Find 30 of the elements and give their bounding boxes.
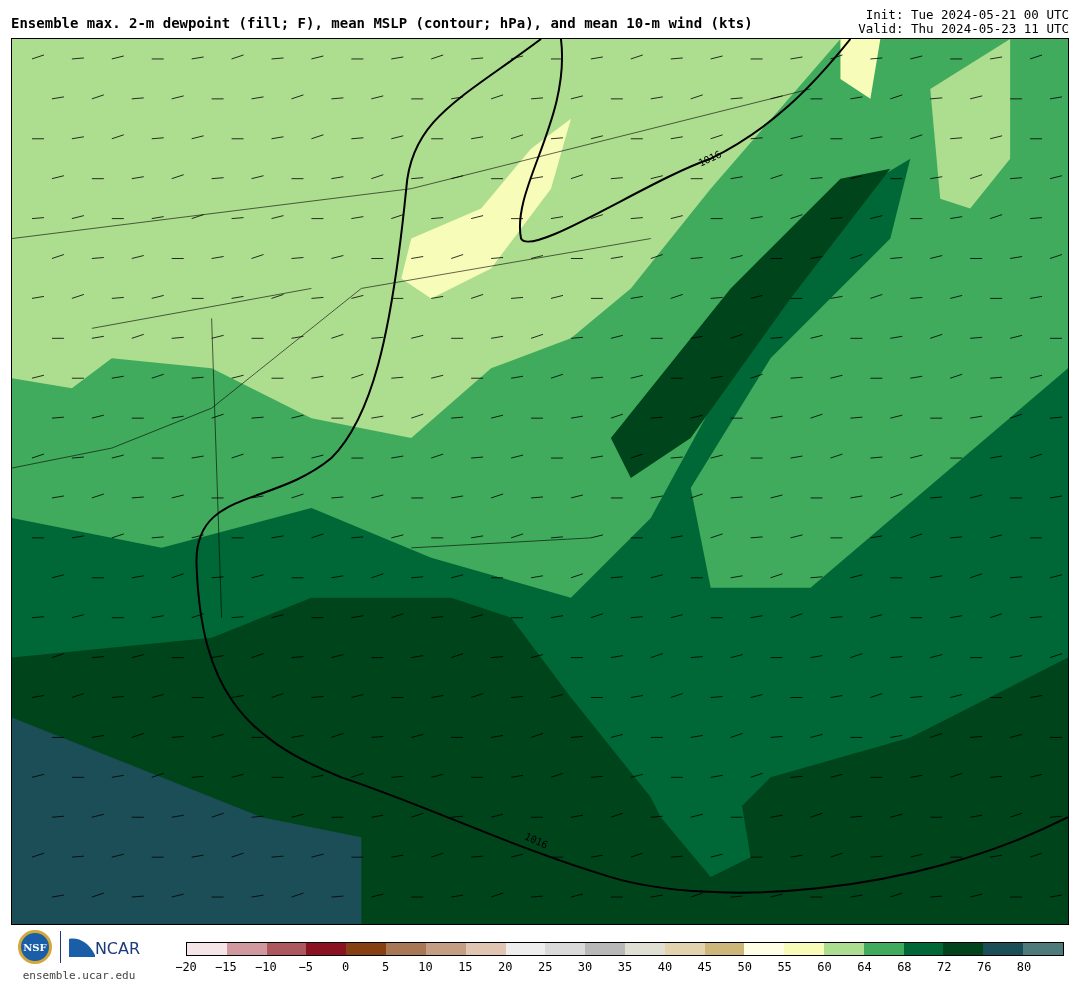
init-time: Init: Tue 2024-05-21 00 UTC xyxy=(865,8,1069,22)
colorbar-tick-label: 25 xyxy=(537,960,553,974)
colorbar-tick-label: 20 xyxy=(498,960,513,974)
colorbar-tick-label: 40 xyxy=(657,960,673,974)
colorbar-tick-label: 76 xyxy=(976,960,992,974)
colorbar-tick-label: 50 xyxy=(737,960,752,974)
colorbar-tick-label: 64 xyxy=(857,960,872,974)
colorbar-tick-label: 55 xyxy=(777,960,792,974)
colorbar-tick-label: 35 xyxy=(617,960,633,974)
colorbar-tick-label: −20 xyxy=(175,960,197,974)
colorbar-tick-label: 72 xyxy=(937,960,952,974)
colorbar-tick-label: 10 xyxy=(418,960,433,974)
colorbar-tick-label: 30 xyxy=(577,960,593,974)
site-url: ensemble.ucar.edu xyxy=(22,968,136,984)
colorbar-tick-label: −5 xyxy=(298,960,313,974)
colorbar-tick-label: 15 xyxy=(458,960,473,974)
contour-label: 1016 xyxy=(523,830,550,851)
nsf-logo: NSF xyxy=(17,930,52,964)
colorbar-tick-label: 0 xyxy=(342,960,350,974)
colorbar-tick-label: 68 xyxy=(897,960,912,974)
colorbar-tick-label: 5 xyxy=(381,960,390,974)
chart-title: Ensemble max. 2-m dewpoint (fill; F), mean MSLP (contour; hPa), and mean 10-m wind (kts) xyxy=(11,14,753,32)
colorbar-tick-label: −10 xyxy=(254,960,277,974)
ncar-swoosh-icon xyxy=(68,937,95,957)
colorbar-tick-label: 60 xyxy=(817,960,832,974)
valid-time: Valid: Thu 2024-05-23 11 UTC xyxy=(858,22,1069,36)
ncar-wordmark: NCAR xyxy=(94,940,141,958)
colorbar-tick-label: 80 xyxy=(1016,960,1032,974)
colorbar-tick-label: −15 xyxy=(215,960,237,974)
colorbar-tick-label: 45 xyxy=(697,960,713,974)
